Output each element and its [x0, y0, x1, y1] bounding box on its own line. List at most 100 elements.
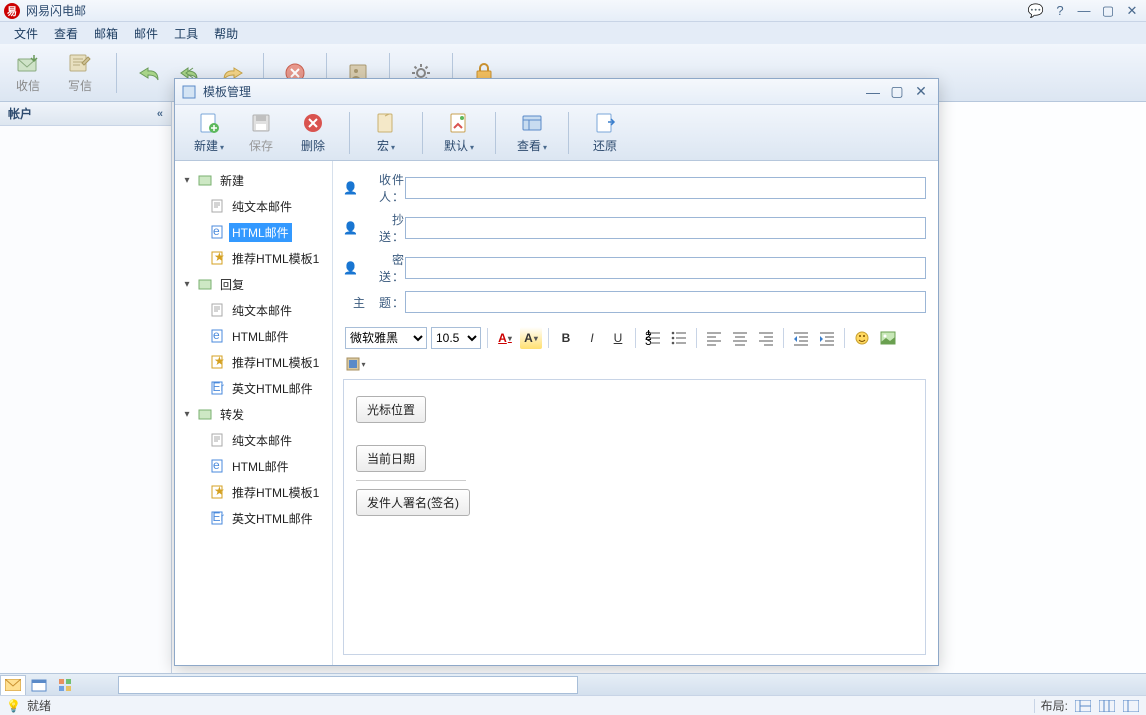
toolbar-delete-button[interactable]: 删除: [291, 109, 335, 156]
layout-3-icon[interactable]: [1122, 698, 1140, 714]
toolbar-default-button[interactable]: 默认▾: [437, 109, 481, 156]
tree-node-fwd-html[interactable]: e HTML邮件: [175, 453, 332, 479]
toolbar-macro-button[interactable]: 宏▾: [364, 109, 408, 156]
template-tree: ▾ 新建 纯文本邮件 e HTML邮件 ★ 推荐HTML模板1 ▾ 回复: [175, 161, 333, 665]
align-right-button[interactable]: [755, 327, 777, 349]
font-family-select[interactable]: 微软雅黑: [345, 327, 427, 349]
chip-cursor-position[interactable]: 光标位置: [356, 396, 426, 423]
close-button[interactable]: ✕: [1122, 3, 1142, 19]
align-left-button[interactable]: [703, 327, 725, 349]
inbox-icon: [16, 51, 40, 75]
font-color-button[interactable]: A: [494, 327, 516, 349]
ordered-list-button[interactable]: 123: [642, 327, 664, 349]
statusbar: 💡 就绪 布局:: [0, 695, 1146, 715]
image-button[interactable]: [877, 327, 899, 349]
tree-node-reply-rec1[interactable]: ★ 推荐HTML模板1: [175, 349, 332, 375]
dialog-minimize-button[interactable]: —: [862, 83, 884, 101]
underline-button[interactable]: U: [607, 327, 629, 349]
template-manager-dialog: 模板管理 — ▢ ✕ 新建▾ 保存 删除 宏▾ 默认▾: [174, 78, 939, 666]
tab-calendar-icon[interactable]: [26, 675, 52, 695]
html-file-icon: e: [209, 328, 225, 344]
help-icon[interactable]: ?: [1050, 3, 1070, 19]
template-form: 👤收件人： 👤抄 送： 👤密 送： 主 题： 微软雅黑 10.5 A: [333, 161, 938, 665]
dialog-icon: [181, 84, 197, 100]
text-file-icon: [209, 302, 225, 318]
toolbar-new-button[interactable]: 新建▾: [187, 109, 231, 156]
insert-button[interactable]: [345, 353, 367, 375]
minimize-button[interactable]: —: [1074, 3, 1094, 19]
to-field[interactable]: [405, 177, 926, 199]
toolbar-save-button[interactable]: 保存: [239, 109, 283, 156]
outdent-button[interactable]: [790, 327, 812, 349]
tree-node-fwd-en[interactable]: En 英文HTML邮件: [175, 505, 332, 531]
bold-button[interactable]: B: [555, 327, 577, 349]
toolbar-default-label: 默认: [444, 139, 468, 153]
app-title: 网易闪电邮: [26, 2, 1026, 19]
label-subject: 主 题：: [353, 294, 405, 311]
tree-node-new[interactable]: ▾ 新建: [175, 167, 332, 193]
tree-node-fwd-rec1[interactable]: ★ 推荐HTML模板1: [175, 479, 332, 505]
toolbar-view-button[interactable]: 查看▾: [510, 109, 554, 156]
richtext-toolbar: 微软雅黑 10.5 A A B I U 123: [343, 323, 926, 380]
caret-down-icon: ▾: [181, 175, 193, 186]
chip-sender-signature[interactable]: 发件人署名(签名): [356, 489, 470, 516]
italic-button[interactable]: I: [581, 327, 603, 349]
chip-current-date[interactable]: 当前日期: [356, 445, 426, 472]
menu-help[interactable]: 帮助: [208, 23, 244, 44]
indent-button[interactable]: [816, 327, 838, 349]
tree-label-new: 新建: [217, 171, 247, 190]
emoji-button[interactable]: [851, 327, 873, 349]
tree-node-forward[interactable]: ▾ 转发: [175, 401, 332, 427]
dialog-maximize-button[interactable]: ▢: [886, 83, 908, 101]
tree-node-reply[interactable]: ▾ 回复: [175, 271, 332, 297]
toolbar-restore-label: 还原: [593, 137, 617, 154]
tree-node-new-html[interactable]: e HTML邮件: [175, 219, 332, 245]
default-icon: [447, 111, 471, 135]
menu-mailbox[interactable]: 邮箱: [88, 23, 124, 44]
tab-mail-icon[interactable]: [0, 675, 26, 695]
svg-text:En: En: [213, 381, 225, 394]
svg-text:e: e: [213, 225, 220, 238]
cc-field[interactable]: [405, 217, 926, 239]
toolbar-restore-button[interactable]: 还原: [583, 109, 627, 156]
star-file-icon: ★: [209, 250, 225, 266]
receive-button[interactable]: 收信: [8, 51, 48, 94]
editor-body[interactable]: 光标位置 当前日期 发件人署名(签名): [344, 380, 925, 654]
subject-field[interactable]: [405, 291, 926, 313]
chat-icon[interactable]: 💬: [1026, 3, 1046, 19]
menu-file[interactable]: 文件: [8, 23, 44, 44]
tree-node-reply-plain[interactable]: 纯文本邮件: [175, 297, 332, 323]
sidebar-collapse-icon[interactable]: «: [157, 108, 163, 120]
reply-button[interactable]: [133, 61, 163, 85]
toolbar-new-label: 新建: [194, 139, 218, 153]
new-file-icon: [197, 111, 221, 135]
dialog-titlebar[interactable]: 模板管理 — ▢ ✕: [175, 79, 938, 105]
layout-1-icon[interactable]: [1074, 698, 1092, 714]
tree-label: 纯文本邮件: [229, 197, 295, 216]
tree-node-reply-en[interactable]: En 英文HTML邮件: [175, 375, 332, 401]
align-center-button[interactable]: [729, 327, 751, 349]
macro-icon: [374, 111, 398, 135]
menu-tools[interactable]: 工具: [168, 23, 204, 44]
menu-mail[interactable]: 邮件: [128, 23, 164, 44]
tree-node-fwd-plain[interactable]: 纯文本邮件: [175, 427, 332, 453]
menu-view[interactable]: 查看: [48, 23, 84, 44]
tree-node-reply-html[interactable]: e HTML邮件: [175, 323, 332, 349]
layout-2-icon[interactable]: [1098, 698, 1116, 714]
bottom-search-input[interactable]: [118, 676, 578, 694]
save-icon: [249, 111, 273, 135]
bcc-field[interactable]: [405, 257, 926, 279]
highlight-button[interactable]: A: [520, 327, 542, 349]
write-button[interactable]: 写信: [60, 51, 100, 94]
dialog-close-button[interactable]: ✕: [910, 83, 932, 101]
svg-text:e: e: [213, 459, 220, 472]
unordered-list-button[interactable]: [668, 327, 690, 349]
tree-label-forward: 转发: [217, 405, 247, 424]
tree-node-new-rec1[interactable]: ★ 推荐HTML模板1: [175, 245, 332, 271]
maximize-button[interactable]: ▢: [1098, 3, 1118, 19]
tree-label: 推荐HTML模板1: [229, 353, 322, 372]
font-size-select[interactable]: 10.5: [431, 327, 481, 349]
tree-node-new-plain[interactable]: 纯文本邮件: [175, 193, 332, 219]
tree-label: HTML邮件: [229, 223, 292, 242]
tab-apps-icon[interactable]: [52, 675, 78, 695]
